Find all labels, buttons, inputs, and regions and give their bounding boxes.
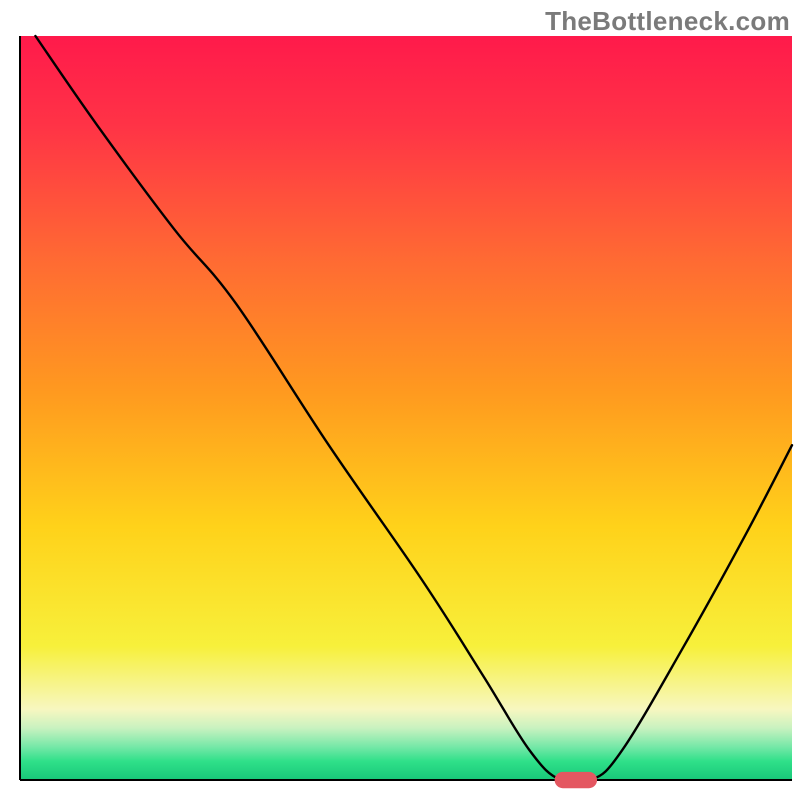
watermark: TheBottleneck.com xyxy=(545,6,790,37)
plot-background xyxy=(20,36,792,780)
chart-container: TheBottleneck.com xyxy=(0,0,800,800)
optimal-marker xyxy=(555,772,597,788)
plot-svg xyxy=(0,0,800,800)
